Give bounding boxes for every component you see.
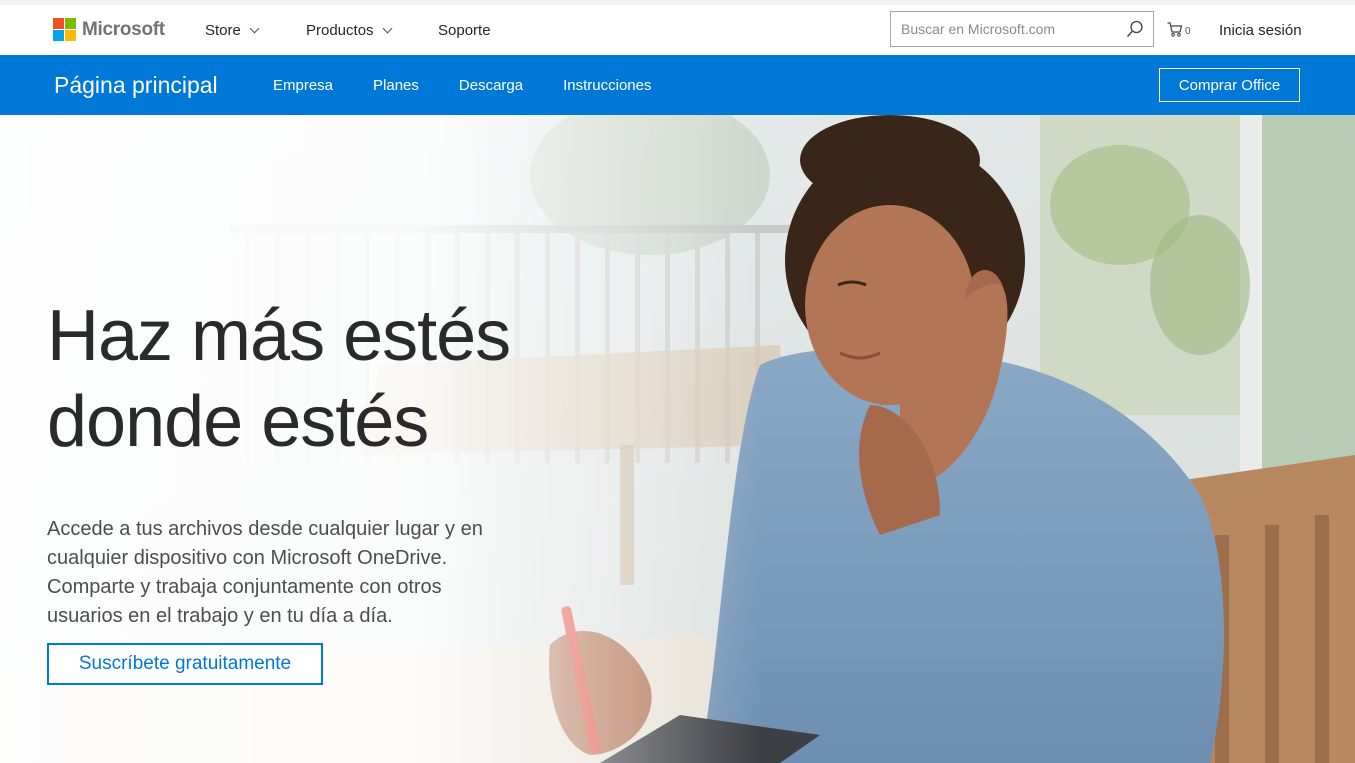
chevron-down-icon [249, 23, 260, 33]
microsoft-logo-icon [53, 18, 76, 41]
nav-productos-label: Productos [306, 21, 374, 39]
microsoft-logo[interactable]: Microsoft [53, 18, 165, 41]
subnav-link-instrucciones[interactable]: Instrucciones [563, 77, 651, 94]
nav-store[interactable]: Store [205, 5, 260, 55]
cart-icon [1167, 22, 1183, 37]
subnav-link-empresa[interactable]: Empresa [273, 77, 333, 94]
subnav-link-descarga[interactable]: Descarga [459, 77, 523, 94]
headline-line-1: Haz más estés [47, 296, 511, 376]
nav-store-label: Store [205, 21, 241, 39]
headline-line-2: donde estés [47, 382, 429, 462]
hero-headline: Haz más estés donde estés [47, 293, 511, 465]
hero-description: Accede a tus archivos desde cualquier lu… [47, 518, 483, 627]
subnav-link-planes[interactable]: Planes [373, 77, 419, 94]
search-box [890, 11, 1154, 47]
buy-office-button[interactable]: Comprar Office [1159, 68, 1300, 102]
subnav-links: Empresa Planes Descarga Instrucciones [273, 55, 691, 115]
cart-count: 0 [1185, 26, 1191, 37]
office-subnav: Página principal Empresa Planes Descarga… [0, 55, 1355, 115]
nav-productos[interactable]: Productos [306, 5, 392, 55]
hero-banner: Haz más estés donde estés Accede a tus a… [0, 115, 1355, 763]
subscribe-free-button[interactable]: Suscríbete gratuitamente [47, 643, 323, 685]
cart-button[interactable]: 0 [1167, 22, 1191, 37]
brand-name: Microsoft [82, 18, 165, 40]
site-header: Microsoft Store Productos Soporte 0 [0, 5, 1355, 55]
subnav-home-link[interactable]: Página principal [54, 72, 218, 99]
nav-soporte-label: Soporte [438, 21, 491, 39]
nav-soporte[interactable]: Soporte [438, 5, 491, 55]
chevron-down-icon [382, 23, 392, 33]
signin-link[interactable]: Inicia sesión [1219, 22, 1302, 39]
search-input[interactable] [891, 12, 1116, 46]
search-icon[interactable] [1126, 20, 1144, 38]
